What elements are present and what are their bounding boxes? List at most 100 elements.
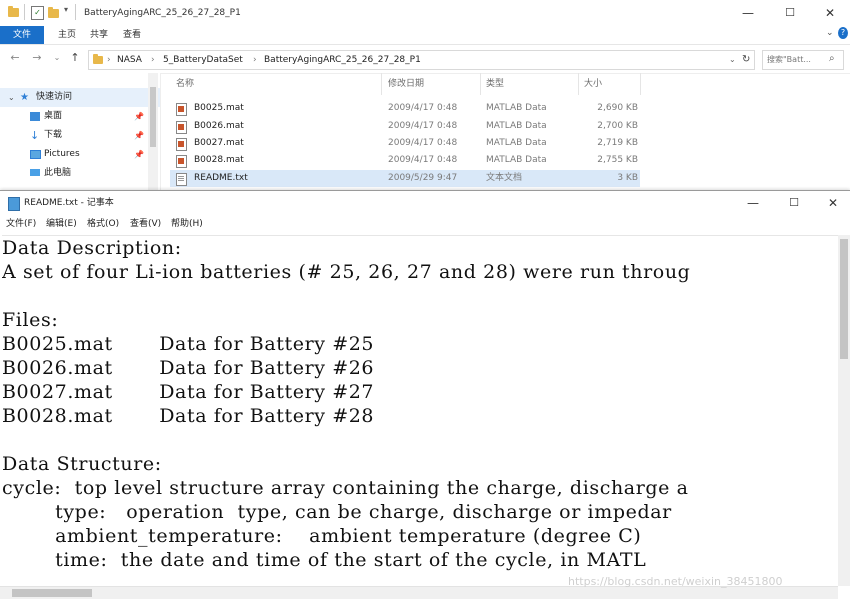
- menu-view[interactable]: 查看(V): [130, 215, 161, 233]
- help-icon[interactable]: ?: [838, 27, 848, 39]
- column-divider[interactable]: [381, 73, 382, 95]
- scrollbar-thumb[interactable]: [12, 589, 92, 597]
- close-button[interactable]: ✕: [812, 191, 850, 215]
- text-line: ambient_temperature: ambient temperature…: [2, 525, 642, 547]
- scrollbar-thumb[interactable]: [150, 87, 156, 147]
- up-icon[interactable]: ↑: [68, 51, 82, 65]
- minimize-button[interactable]: —: [732, 191, 774, 215]
- text-line: B0027.mat Data for Battery #27: [2, 381, 375, 403]
- tab-file[interactable]: 文件: [0, 26, 44, 44]
- txt-file-icon: [176, 173, 187, 186]
- file-row[interactable]: B0027.mat 2009/4/17 0:48 MATLAB Data 2,7…: [170, 135, 640, 152]
- watermark-text: https://blog.csdn.net/weixin_38451800: [568, 575, 783, 588]
- text-line: type: operation type, can be charge, dis…: [2, 501, 672, 523]
- file-modified: 2009/5/29 9:47: [388, 173, 458, 183]
- text-editor-area[interactable]: Data Description: A set of four Li-ion b…: [2, 235, 838, 587]
- file-size: 2,755 KB: [597, 155, 638, 165]
- search-icon[interactable]: ⌕: [829, 53, 835, 64]
- tab-view[interactable]: 查看: [117, 26, 147, 44]
- window-title: BatteryAgingARC_25_26_27_28_P1: [84, 8, 241, 18]
- file-name: B0028.mat: [194, 155, 244, 165]
- sidebar-item-pictures[interactable]: Pictures 📌: [0, 145, 160, 164]
- column-divider[interactable]: [480, 73, 481, 95]
- star-icon: ★: [20, 92, 29, 103]
- chevron-down-icon[interactable]: ▾: [64, 5, 68, 14]
- address-bar-row: ← → ⌄ ↑ › NASA › 5_BatteryDataSet › Batt…: [0, 45, 850, 74]
- breadcrumb-battery-dataset[interactable]: 5_BatteryDataSet: [163, 51, 243, 69]
- search-box[interactable]: 搜索"Batt... ⌕: [762, 50, 844, 70]
- file-row-selected[interactable]: README.txt 2009/5/29 9:47 文本文档 3 KB: [170, 170, 640, 187]
- chevron-down-icon[interactable]: ⌄: [8, 88, 15, 107]
- chevron-down-icon[interactable]: ⌄: [826, 28, 834, 38]
- file-size: 2,690 KB: [597, 103, 638, 113]
- file-explorer-window: ✓ ▾ BatteryAgingARC_25_26_27_28_P1 — ☐ ✕…: [0, 0, 850, 190]
- properties-icon[interactable]: ✓: [31, 6, 44, 20]
- new-folder-icon[interactable]: [48, 7, 59, 18]
- nav-pane-scrollbar[interactable]: [148, 73, 158, 190]
- folder-icon: [93, 54, 103, 64]
- breadcrumb-current-folder[interactable]: BatteryAgingARC_25_26_27_28_P1: [264, 51, 421, 69]
- text-line: A set of four Li-ion batteries (# 25, 26…: [2, 261, 691, 283]
- menu-help[interactable]: 帮助(H): [171, 215, 203, 233]
- minimize-button[interactable]: —: [727, 0, 769, 26]
- mat-file-icon: [176, 155, 187, 168]
- pin-icon[interactable]: 📌: [134, 145, 144, 164]
- forward-icon[interactable]: →: [30, 51, 44, 65]
- maximize-button[interactable]: ☐: [773, 191, 815, 215]
- navigation-pane: ⌄ ★ 快速访问 桌面 📌 ↓ 下载 📌 Pictures 📌 此电脑: [0, 73, 161, 190]
- sidebar-item-this-pc[interactable]: 此电脑: [0, 164, 160, 183]
- file-size: 2,700 KB: [597, 121, 638, 131]
- back-icon[interactable]: ←: [8, 51, 22, 65]
- column-header-modified[interactable]: 修改日期: [388, 73, 424, 95]
- refresh-icon[interactable]: ↻: [742, 51, 750, 69]
- sidebar-item-downloads[interactable]: ↓ 下载 📌: [0, 126, 160, 145]
- desktop-icon: [30, 112, 40, 121]
- address-bar[interactable]: › NASA › 5_BatteryDataSet › BatteryAging…: [88, 50, 755, 70]
- scrollbar-thumb[interactable]: [840, 239, 848, 359]
- sidebar-item-desktop[interactable]: 桌面 📌: [0, 107, 160, 126]
- vertical-scrollbar[interactable]: [838, 235, 850, 586]
- window-title: README.txt - 记事本: [24, 198, 114, 208]
- text-line: B0026.mat Data for Battery #26: [2, 357, 375, 379]
- file-type: MATLAB Data: [486, 155, 547, 165]
- file-type: MATLAB Data: [486, 138, 547, 148]
- column-header-type[interactable]: 类型: [486, 73, 504, 95]
- file-row[interactable]: B0026.mat 2009/4/17 0:48 MATLAB Data 2,7…: [170, 118, 640, 135]
- recent-locations-icon[interactable]: ⌄: [50, 51, 64, 65]
- divider: [24, 4, 25, 20]
- menu-file[interactable]: 文件(F): [6, 215, 36, 233]
- column-divider[interactable]: [578, 73, 579, 95]
- file-modified: 2009/4/17 0:48: [388, 121, 458, 131]
- close-button[interactable]: ✕: [809, 0, 850, 26]
- text-line: B0025.mat Data for Battery #25: [2, 333, 375, 355]
- file-row[interactable]: B0025.mat 2009/4/17 0:48 MATLAB Data 2,6…: [170, 100, 640, 117]
- notepad-title-bar: README.txt - 记事本 — ☐ ✕: [0, 191, 850, 215]
- menu-format[interactable]: 格式(O): [87, 215, 119, 233]
- text-line: Data Structure:: [2, 453, 162, 475]
- breadcrumb-separator: ›: [107, 55, 111, 65]
- file-name: README.txt: [194, 173, 248, 183]
- menu-edit[interactable]: 编辑(E): [46, 215, 77, 233]
- maximize-button[interactable]: ☐: [769, 0, 811, 26]
- chevron-down-icon[interactable]: ⌄: [729, 51, 736, 69]
- column-divider[interactable]: [640, 73, 641, 95]
- divider: [75, 4, 76, 20]
- pin-icon[interactable]: 📌: [134, 107, 144, 126]
- folder-icon: [8, 6, 19, 17]
- column-header-size[interactable]: 大小: [584, 73, 602, 95]
- notepad-menu-bar: 文件(F) 编辑(E) 格式(O) 查看(V) 帮助(H): [0, 215, 850, 233]
- tab-share[interactable]: 共享: [84, 26, 114, 44]
- breadcrumb-nasa[interactable]: NASA: [117, 51, 142, 69]
- sidebar-item-quick-access[interactable]: ⌄ ★ 快速访问: [0, 88, 160, 107]
- file-modified: 2009/4/17 0:48: [388, 103, 458, 113]
- search-input[interactable]: 搜索"Batt...: [767, 51, 811, 69]
- file-row[interactable]: B0028.mat 2009/4/17 0:48 MATLAB Data 2,7…: [170, 152, 640, 169]
- tab-home[interactable]: 主页: [52, 26, 82, 44]
- breadcrumb-separator: ›: [253, 55, 257, 65]
- sidebar-item-label: 桌面: [44, 111, 63, 121]
- column-header-name[interactable]: 名称: [176, 73, 194, 95]
- breadcrumb-separator: ›: [151, 55, 155, 65]
- file-name: B0025.mat: [194, 103, 244, 113]
- mat-file-icon: [176, 138, 187, 151]
- pin-icon[interactable]: 📌: [134, 126, 144, 145]
